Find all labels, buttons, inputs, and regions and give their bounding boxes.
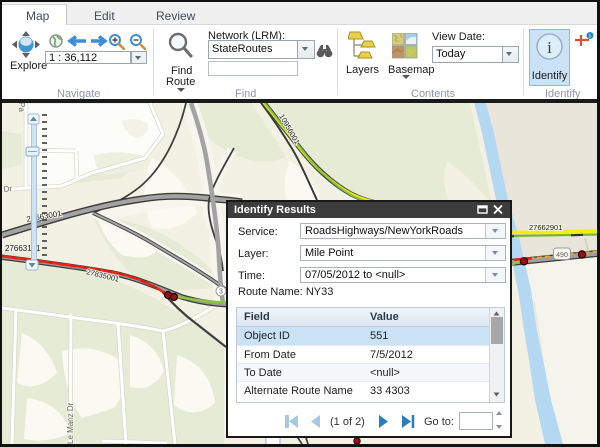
svg-text:Pa: Pa [17, 103, 26, 112]
svg-text:Identify: Identify [532, 70, 568, 82]
svg-text:3: 3 [219, 289, 223, 296]
svg-text:i: i [547, 38, 552, 57]
svg-text:Dr: Dr [3, 184, 13, 194]
svg-text:490: 490 [556, 252, 568, 259]
svg-text:Le Manz Dr: Le Manz Dr [66, 402, 75, 444]
svg-text:27662901: 27662901 [529, 223, 562, 232]
